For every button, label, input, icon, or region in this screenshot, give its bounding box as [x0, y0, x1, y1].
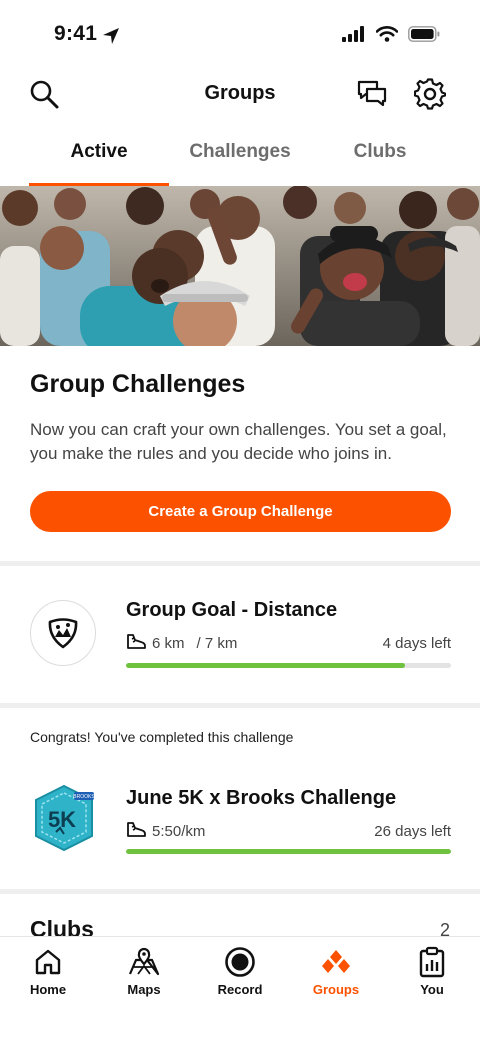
hero-image — [0, 186, 480, 346]
tab-challenges[interactable]: Challenges — [170, 126, 310, 186]
challenge-meta: 5:50/km 26 days left — [126, 820, 451, 842]
challenge-progress-bar — [126, 849, 451, 854]
challenge-current-distance: 6 km — [152, 634, 185, 652]
nav-label: Record — [217, 982, 263, 997]
settings-icon[interactable] — [412, 76, 448, 112]
tab-label: Clubs — [353, 141, 407, 162]
nav-maps[interactable]: Maps — [96, 937, 192, 1007]
groups-icon — [320, 945, 352, 979]
nav-label: You — [420, 982, 444, 997]
challenge-time-left: 26 days left — [374, 822, 451, 840]
challenge-pace: 5:50/km — [152, 822, 206, 840]
shoe-icon — [126, 632, 146, 654]
section-description: Now you can craft your own challenges. Y… — [30, 420, 447, 463]
shoe-icon — [126, 820, 146, 842]
nav-label: Maps — [127, 982, 161, 997]
nav-record[interactable]: Record — [192, 937, 288, 1007]
create-group-challenge-button[interactable]: Create a Group Challenge — [30, 491, 451, 532]
maps-icon — [128, 945, 160, 979]
group-challenges-intro: Group Challenges Now you can craft your … — [0, 346, 480, 564]
you-icon — [417, 945, 447, 979]
nav-you[interactable]: You — [384, 937, 480, 1007]
page-title: Groups — [204, 82, 276, 104]
nav-label: Home — [29, 982, 67, 997]
status-icons — [342, 26, 440, 47]
cellular-signal-icon — [342, 26, 366, 47]
tab-clubs[interactable]: Clubs — [310, 126, 450, 186]
challenge-time-left: 4 days left — [382, 634, 451, 652]
nav-home[interactable]: Home — [0, 937, 96, 1007]
challenge-card-june-5k[interactable]: Congrats! You've completed this challeng… — [0, 708, 480, 890]
location-arrow-icon — [102, 27, 120, 50]
header: Groups — [0, 70, 480, 116]
congrats-message: Congrats! You've completed this challeng… — [30, 729, 294, 745]
wifi-icon — [375, 26, 399, 47]
tab-bar: Active Challenges Clubs — [0, 126, 480, 186]
challenge-title: June 5K x Brooks Challenge — [126, 787, 397, 809]
challenge-progress-fill — [126, 663, 405, 668]
status-time: 9:41 — [54, 22, 98, 45]
bottom-nav: Home Maps Record Groups You — [0, 936, 480, 1040]
group-shield-icon — [30, 600, 96, 666]
status-bar: 9:41 — [0, 0, 480, 70]
home-icon — [33, 945, 63, 979]
challenge-meta: 6 km / 7 km 4 days left — [126, 632, 451, 654]
badge-5k-text: 5K — [48, 807, 76, 832]
challenge-progress-bar — [126, 663, 451, 668]
tab-label: Active — [70, 141, 128, 162]
nav-groups[interactable]: Groups — [288, 937, 384, 1007]
battery-icon — [408, 26, 440, 47]
challenge-card-group-goal[interactable]: Group Goal - Distance 6 km / 7 km 4 days… — [0, 566, 480, 703]
messages-icon[interactable] — [354, 76, 390, 112]
june-5k-badge-icon: BROOKS 5K — [30, 784, 98, 852]
section-title: Group Challenges — [30, 370, 246, 398]
challenge-progress-fill — [126, 849, 451, 854]
record-icon — [224, 945, 256, 979]
nav-label: Groups — [312, 982, 360, 997]
divider — [0, 889, 480, 894]
challenge-goal-distance: / 7 km — [196, 634, 238, 652]
challenge-title: Group Goal - Distance — [126, 599, 338, 621]
badge-brand-text: BROOKS — [73, 794, 95, 800]
tab-active[interactable]: Active — [29, 126, 169, 186]
tab-label: Challenges — [189, 141, 291, 162]
